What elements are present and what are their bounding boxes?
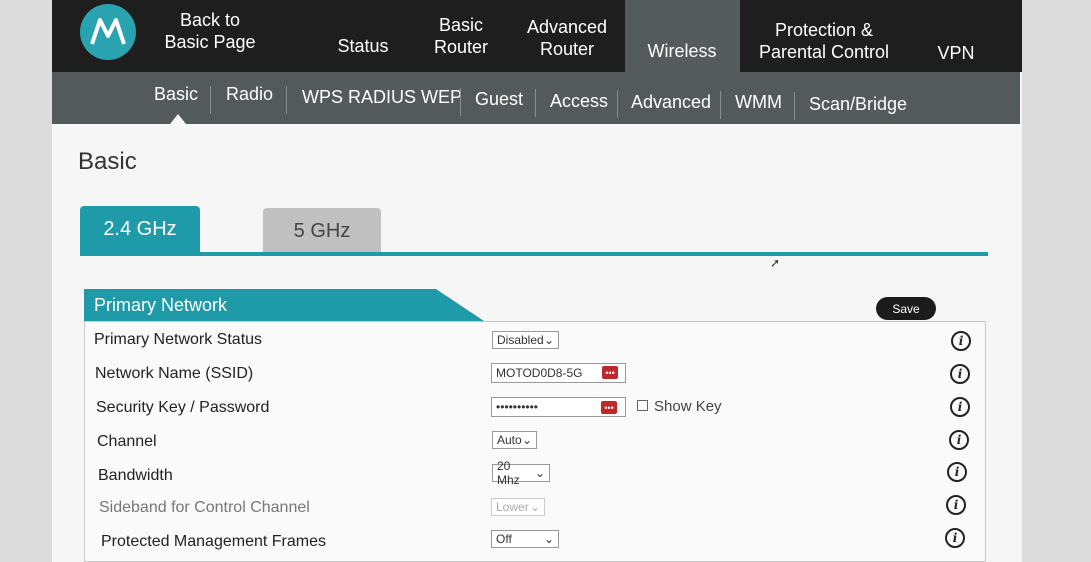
chevron-down-icon: ⌄ (521, 433, 532, 447)
chevron-down-icon: ⌄ (529, 500, 540, 514)
nav-protection-parental[interactable]: Protection & Parental Control (756, 19, 892, 63)
info-icon[interactable]: i (949, 430, 969, 450)
subnav-advanced[interactable]: Advanced (631, 92, 711, 113)
bandwidth-select[interactable]: 20 Mhz ⌄ (492, 459, 550, 487)
select-value: Disabled (497, 333, 544, 347)
tab-2-4ghz[interactable]: 2.4 GHz (80, 206, 200, 252)
section-header: Primary Network (84, 289, 484, 321)
show-key-checkbox[interactable] (637, 400, 648, 411)
nav-vpn[interactable]: VPN (932, 42, 980, 64)
save-button[interactable]: Save (876, 297, 936, 320)
nav-status[interactable]: Status (330, 35, 396, 57)
key-icon[interactable]: ••• (602, 366, 618, 379)
sideband-select: Lower ⌄ (491, 498, 545, 516)
subnav-wps-radius-wep[interactable]: WPS RADIUS WEP (302, 87, 462, 108)
subnav-divider (794, 92, 795, 120)
mouse-cursor-icon: ➚ (770, 256, 781, 270)
subnav-wmm[interactable]: WMM (735, 92, 782, 113)
nav-protection-line1: Protection & (774, 20, 874, 40)
info-icon[interactable]: i (950, 397, 970, 417)
bandwidth-label: Bandwidth (98, 467, 173, 484)
pmf-label: Protected Management Frames (101, 533, 326, 550)
security-key-label: Security Key / Password (96, 399, 270, 416)
subnav-scan-bridge[interactable]: Scan/Bridge (809, 94, 907, 115)
nav-advanced-router-line1: Advanced (526, 17, 608, 37)
subnav-divider (720, 91, 721, 119)
primary-network-status-label: Primary Network Status (94, 331, 263, 348)
network-name-label: Network Name (SSID) (95, 365, 254, 382)
info-icon[interactable]: i (945, 528, 965, 548)
info-icon[interactable]: i (947, 462, 967, 482)
chevron-down-icon: ⌄ (543, 532, 554, 546)
show-key-label: Show Key (654, 398, 722, 415)
select-value: 20 Mhz (497, 459, 520, 487)
subnav-access[interactable]: Access (550, 91, 608, 112)
channel-label: Channel (97, 433, 157, 450)
subnav-radio[interactable]: Radio (226, 84, 273, 105)
tab-underline (80, 252, 988, 256)
subnav-divider (460, 88, 461, 116)
page-title: Basic (78, 148, 137, 175)
section-title: Primary Network (94, 294, 228, 315)
nav-basic-router[interactable]: Basic Router (428, 14, 494, 58)
info-icon[interactable]: i (950, 364, 970, 384)
subnav-divider (535, 89, 536, 117)
sideband-label: Sideband for Control Channel (99, 499, 310, 516)
subnav-divider (210, 86, 211, 114)
chevron-down-icon: ⌄ (543, 333, 554, 347)
motorola-logo[interactable] (80, 4, 136, 60)
subnav-basic[interactable]: Basic (154, 84, 198, 105)
primary-network-status-select[interactable]: Disabled ⌄ (492, 331, 559, 349)
subnav-guest[interactable]: Guest (475, 89, 523, 110)
nav-basic-router-line2: Router (433, 37, 489, 57)
tab-5ghz[interactable]: 5 GHz (263, 208, 381, 254)
key-icon[interactable]: ••• (601, 401, 617, 414)
select-value: Auto (497, 433, 522, 447)
motorola-m-icon (90, 18, 126, 45)
nav-basic-router-line1: Basic (438, 15, 483, 35)
nav-advanced-router[interactable]: Advanced Router (522, 16, 612, 60)
select-value: Lower (496, 500, 529, 514)
subnav-divider (617, 90, 618, 118)
nav-protection-line2: Parental Control (758, 42, 890, 62)
info-icon[interactable]: i (951, 331, 971, 351)
nav-back-to-basic[interactable]: Back to Basic Page (164, 9, 256, 53)
info-icon[interactable]: i (946, 495, 966, 515)
nav-advanced-router-line2: Router (539, 39, 595, 59)
select-value: Off (496, 532, 512, 546)
subnav-divider (286, 86, 287, 114)
subnav-active-caret (170, 114, 186, 124)
pmf-select[interactable]: Off ⌄ (491, 530, 559, 548)
nav-back-line1: Back to (179, 10, 241, 30)
nav-back-line2: Basic Page (164, 32, 256, 52)
chevron-down-icon: ⌄ (534, 466, 545, 480)
nav-wireless[interactable]: Wireless (636, 40, 728, 62)
channel-select[interactable]: Auto ⌄ (492, 431, 537, 449)
